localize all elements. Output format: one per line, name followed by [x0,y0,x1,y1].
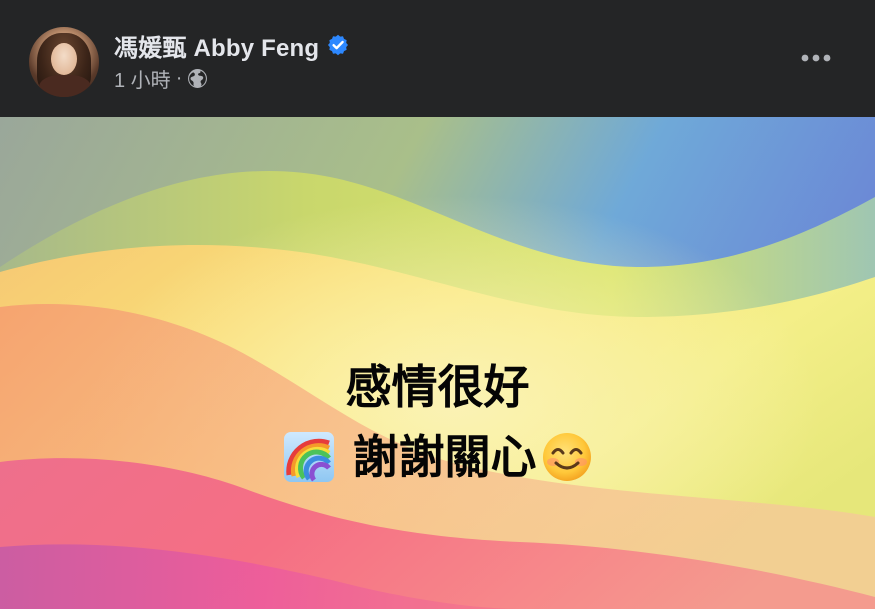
author-avatar[interactable] [29,27,99,97]
more-options-button[interactable] [796,44,836,72]
smiling-face-emoji-icon [542,433,591,481]
post-message: 感情很好 謝謝關心 [0,352,875,492]
post-message-line1: 感情很好 [345,361,530,413]
post-timestamp[interactable]: 1 小時 [114,64,171,93]
post-message-line2: 謝謝關心 [352,431,537,483]
avatar-body [39,75,91,97]
post-header: 馮媛甄 Abby Feng 1 小時 · [0,0,875,117]
verified-badge-icon [328,34,349,56]
post-message-line2-row: 謝謝關心 [0,422,875,492]
avatar-face [51,43,77,75]
globe-icon[interactable] [187,68,208,89]
author-row: 馮媛甄 Abby Feng [114,28,349,63]
author-name[interactable]: 馮媛甄 Abby Feng [114,28,319,63]
post-meta: 1 小時 · [114,64,208,92]
meta-separator: · [175,66,183,89]
post-background-banner[interactable]: 感情很好 謝謝關心 [0,117,875,609]
more-options-icon [801,54,831,62]
post-card: 馮媛甄 Abby Feng 1 小時 · 感情很好 謝謝關心 [0,0,875,609]
rainbow-emoji-icon [283,432,334,482]
